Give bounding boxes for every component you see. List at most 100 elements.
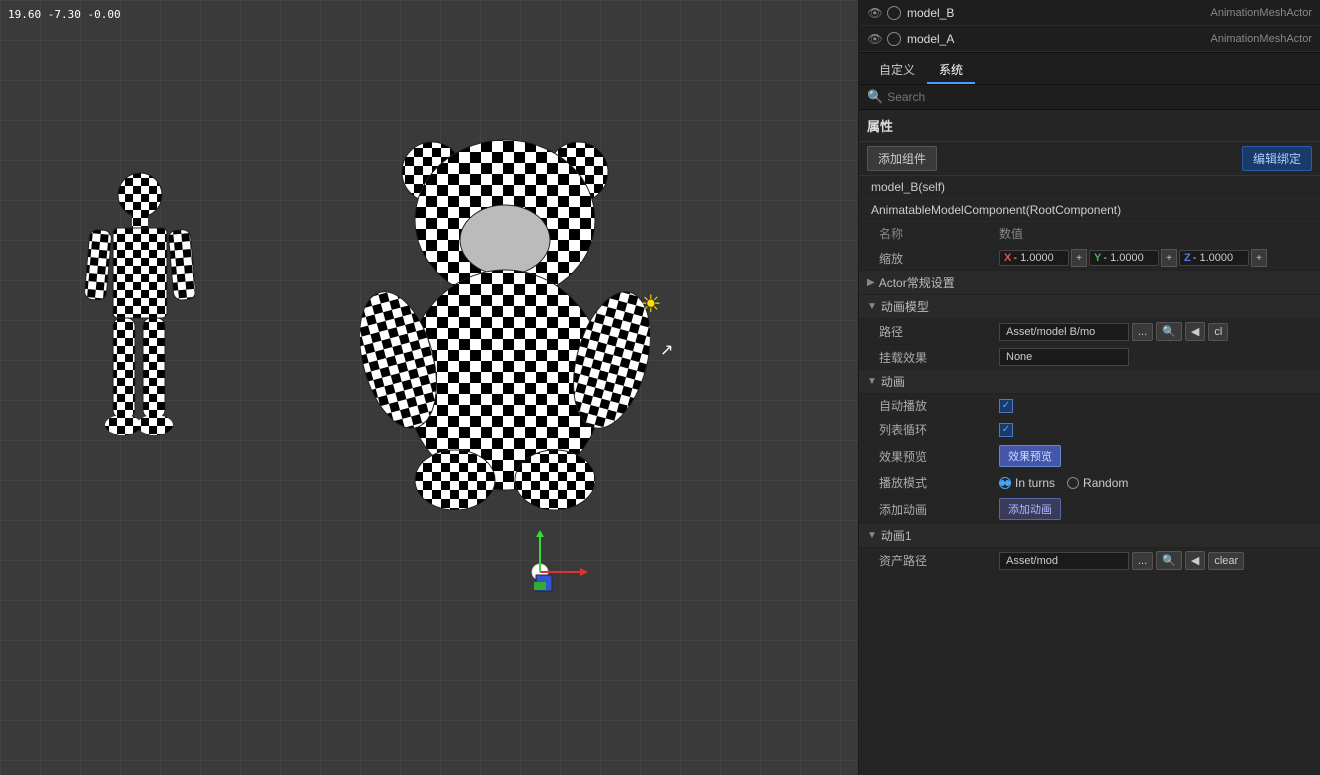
scale-x-btn[interactable]: + xyxy=(1071,249,1087,267)
scale-value: X - 1.0000 + Y - 1.0000 + Z - 1.0000 + xyxy=(999,249,1312,267)
asset-browse-btn[interactable]: ... xyxy=(1132,552,1153,570)
list-loop-value: ✓ xyxy=(999,423,1312,437)
search-input[interactable] xyxy=(887,90,1312,104)
scale-xyz: X - 1.0000 + Y - 1.0000 + Z - 1.0000 + xyxy=(999,249,1267,267)
effect-row: 挂载效果 None xyxy=(859,345,1320,370)
path-clear-btn[interactable]: cl xyxy=(1208,323,1228,341)
bear-figure xyxy=(360,130,650,510)
properties-section: 属性 添加组件 编辑绑定 model_B(self) AnimatableMod… xyxy=(859,110,1320,775)
effect-preview-label: 效果预览 xyxy=(879,448,999,465)
in-turns-radio[interactable] xyxy=(999,477,1011,489)
effect-value-row: None xyxy=(999,348,1312,366)
properties-title: 属性 xyxy=(867,116,893,135)
list-loop-checkbox[interactable]: ✓ xyxy=(999,423,1013,437)
properties-toolbar: 添加组件 编辑绑定 xyxy=(859,142,1320,176)
actor-settings-label: Actor常规设置 xyxy=(879,274,955,291)
anim-arrow: ▼ xyxy=(867,376,877,387)
transform-arrow: ↗ xyxy=(660,340,673,360)
search-bar: 🔍 xyxy=(859,85,1320,110)
animation-group[interactable]: ▼ 动画 xyxy=(859,370,1320,394)
scale-z-input[interactable]: Z - 1.0000 xyxy=(1179,250,1249,266)
add-animation-value: 添加动画 xyxy=(999,498,1312,520)
play-mode-label: 播放模式 xyxy=(879,474,999,491)
random-radio[interactable] xyxy=(1067,477,1079,489)
path-row: 路径 Asset/model B/mo ... 🔍 ◀ cl xyxy=(859,319,1320,345)
asset-back-btn[interactable]: ◀ xyxy=(1185,551,1205,570)
path-input-row: Asset/model B/mo ... 🔍 ◀ cl xyxy=(999,322,1312,341)
effect-preview-button[interactable]: 效果预览 xyxy=(999,445,1061,467)
sun-light-icon: ☀ xyxy=(640,290,670,320)
asset-input-row: Asset/mod ... 🔍 ◀ clear xyxy=(999,551,1312,570)
scale-row: 缩放 X - 1.0000 + Y - 1.0000 + Z - 1.00 xyxy=(859,246,1320,271)
col-value-header: 数值 xyxy=(999,225,1312,242)
search-icon: 🔍 xyxy=(867,89,883,105)
scale-y-btn[interactable]: + xyxy=(1161,249,1177,267)
add-animation-button[interactable]: 添加动画 xyxy=(999,498,1061,520)
object-icon-a xyxy=(887,32,901,46)
anim-model-label: 动画模型 xyxy=(881,298,929,315)
properties-header: 属性 xyxy=(859,110,1320,142)
auto-play-checkbox[interactable]: ✓ xyxy=(999,399,1013,413)
tab-system[interactable]: 系统 xyxy=(927,57,975,84)
asset-label: 资产路径 xyxy=(879,552,999,569)
random-option[interactable]: Random xyxy=(1067,476,1128,490)
scale-y-input[interactable]: Y - 1.0000 xyxy=(1089,250,1159,266)
transform-gizmo[interactable] xyxy=(510,530,590,610)
actor-settings-arrow: ▶ xyxy=(867,277,875,288)
animation1-group[interactable]: ▼ 动画1 xyxy=(859,524,1320,548)
random-label: Random xyxy=(1083,476,1128,490)
visibility-icon-b[interactable]: 👁 xyxy=(867,5,883,21)
effect-label: 挂载效果 xyxy=(879,349,999,366)
asset-path-input[interactable]: Asset/mod xyxy=(999,552,1129,570)
panel-tabs: 自定义 系统 xyxy=(859,53,1320,85)
path-back-btn[interactable]: ◀ xyxy=(1185,322,1205,341)
outliner-row-model-b[interactable]: 👁 model_B AnimationMeshActor xyxy=(859,0,1320,26)
anim-label: 动画 xyxy=(881,373,905,390)
path-search-btn[interactable]: 🔍 xyxy=(1156,322,1182,341)
anim1-arrow: ▼ xyxy=(867,530,877,541)
tab-custom[interactable]: 自定义 xyxy=(867,57,927,84)
auto-play-value: ✓ xyxy=(999,399,1312,413)
path-browse-btn[interactable]: ... xyxy=(1132,323,1153,341)
edit-bind-button[interactable]: 编辑绑定 xyxy=(1242,146,1312,171)
auto-play-label: 自动播放 xyxy=(879,397,999,414)
in-turns-label: In turns xyxy=(1015,476,1055,490)
coords-display: 19.60 -7.30 -0.00 xyxy=(8,8,121,21)
object-icon-b xyxy=(887,6,901,20)
scene-outliner: 👁 model_B AnimationMeshActor 👁 model_A A… xyxy=(859,0,1320,53)
scale-x-input[interactable]: X - 1.0000 xyxy=(999,250,1069,266)
model-b-name: model_B xyxy=(907,6,1211,20)
path-input[interactable]: Asset/model B/mo xyxy=(999,323,1129,341)
asset-clear-btn[interactable]: clear xyxy=(1208,552,1244,570)
effect-preview-row: 效果预览 效果预览 xyxy=(859,442,1320,471)
play-mode-value: In turns Random xyxy=(999,476,1312,490)
viewport[interactable]: 19.60 -7.30 -0.00 xyxy=(0,0,858,775)
asset-path-value: Asset/mod ... 🔍 ◀ clear xyxy=(999,551,1312,570)
asset-path-row: 资产路径 Asset/mod ... 🔍 ◀ clear xyxy=(859,548,1320,574)
scale-z-btn[interactable]: + xyxy=(1251,249,1267,267)
anim1-label: 动画1 xyxy=(881,527,912,544)
outliner-row-model-a[interactable]: 👁 model_A AnimationMeshActor xyxy=(859,26,1320,52)
model-a-name: model_A xyxy=(907,32,1211,46)
add-component-button[interactable]: 添加组件 xyxy=(867,146,937,171)
coords-text: 19.60 -7.30 -0.00 xyxy=(8,8,121,21)
auto-play-row: 自动播放 ✓ xyxy=(859,394,1320,418)
visibility-icon-a[interactable]: 👁 xyxy=(867,31,883,47)
scale-label: 缩放 xyxy=(879,250,999,267)
play-mode-row: 播放模式 In turns Random xyxy=(859,471,1320,495)
path-value: Asset/model B/mo ... 🔍 ◀ cl xyxy=(999,322,1312,341)
asset-search-btn[interactable]: 🔍 xyxy=(1156,551,1182,570)
model-a-type: AnimationMeshActor xyxy=(1211,33,1313,45)
model-b-type: AnimationMeshActor xyxy=(1211,7,1313,19)
col-headers: 名称 数值 xyxy=(859,222,1320,246)
list-loop-label: 列表循环 xyxy=(879,421,999,438)
effect-preview-value: 效果预览 xyxy=(999,445,1312,467)
add-animation-row: 添加动画 添加动画 xyxy=(859,495,1320,524)
actor-settings-group[interactable]: ▶ Actor常规设置 xyxy=(859,271,1320,295)
in-turns-option[interactable]: In turns xyxy=(999,476,1055,490)
component-root[interactable]: AnimatableModelComponent(RootComponent) xyxy=(859,199,1320,222)
component-self[interactable]: model_B(self) xyxy=(859,176,1320,199)
effect-input[interactable]: None xyxy=(999,348,1129,366)
animation-model-group[interactable]: ▼ 动画模型 xyxy=(859,295,1320,319)
path-label: 路径 xyxy=(879,323,999,340)
